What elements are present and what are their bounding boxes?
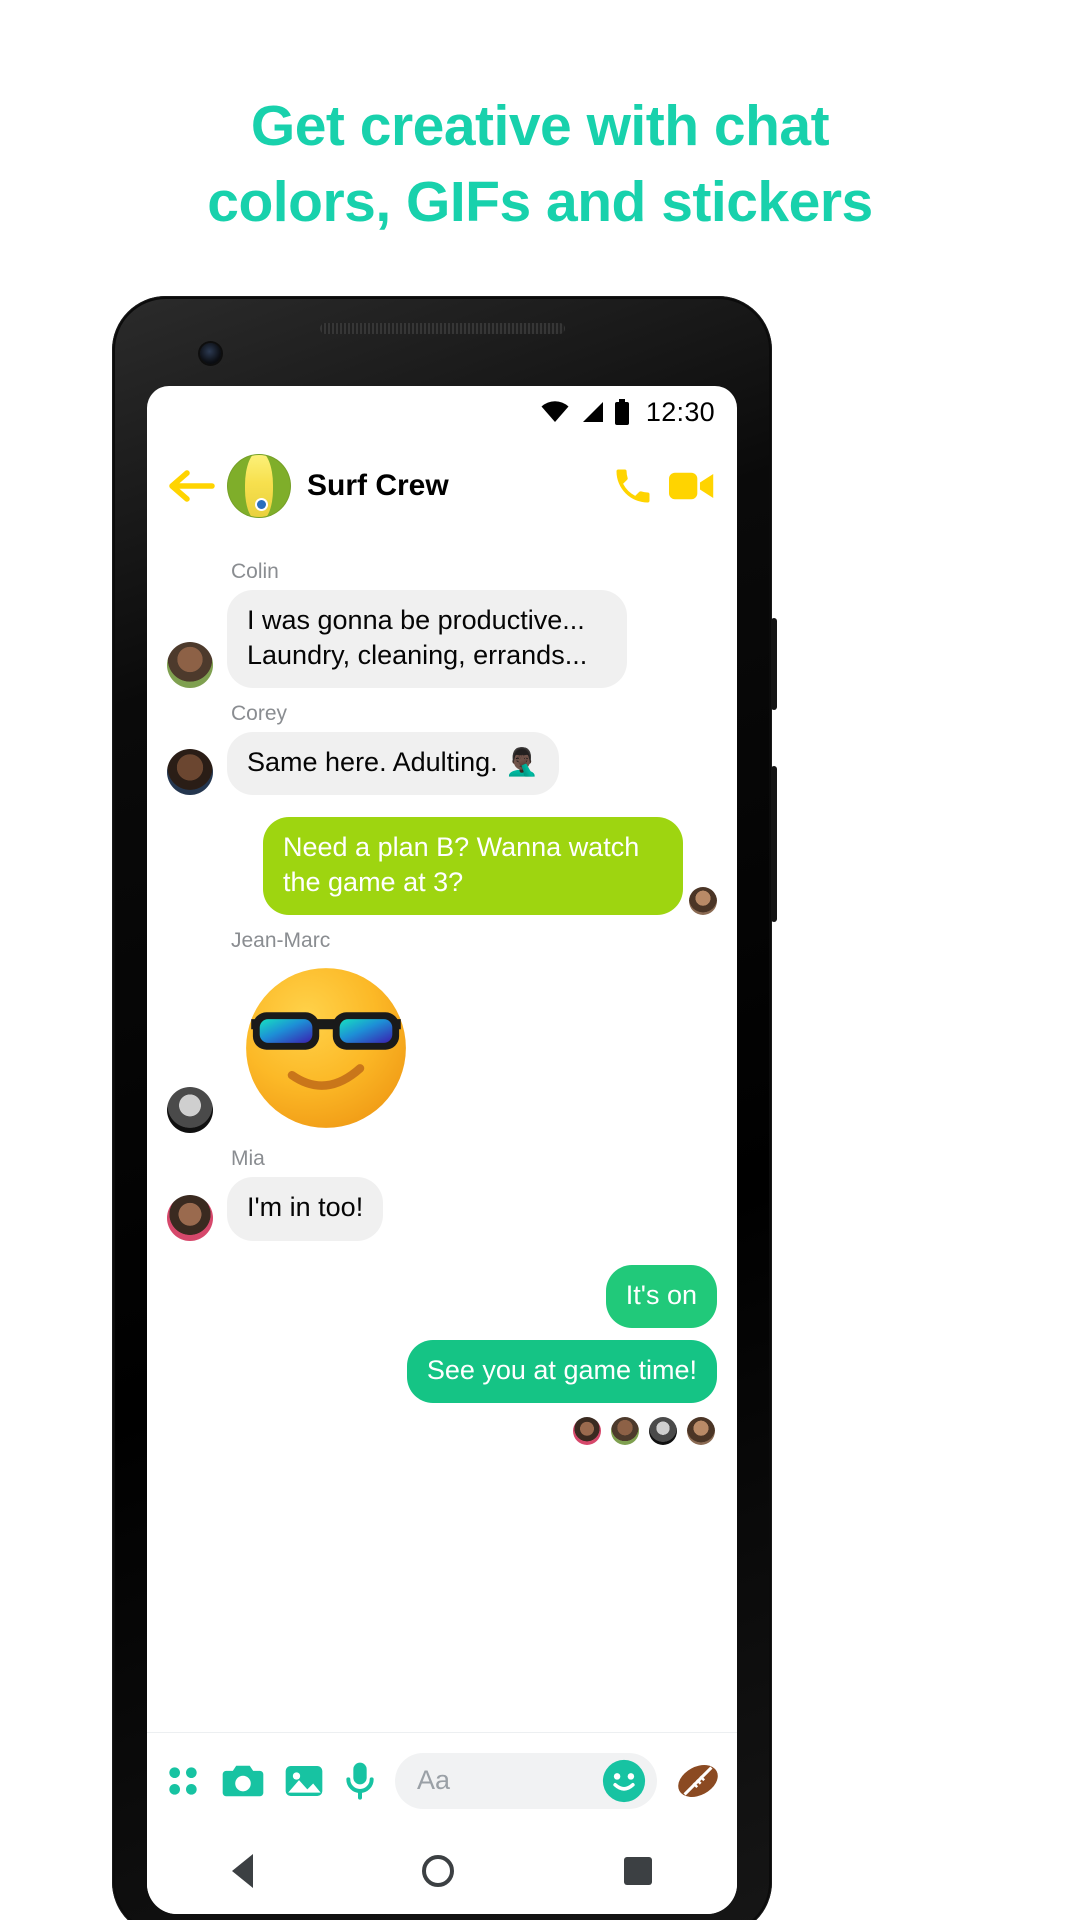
camera-icon[interactable] xyxy=(221,1761,265,1801)
message-row-outgoing-1: Need a plan B? Wanna watch the game at 3… xyxy=(147,817,737,916)
sender-name-mia: Mia xyxy=(231,1147,265,1171)
front-camera-icon xyxy=(200,343,221,364)
avatar-corey[interactable] xyxy=(167,749,213,796)
seen-avatar-corey xyxy=(611,1416,639,1445)
message-row-mia: I'm in too! xyxy=(147,1177,737,1241)
sender-name-corey: Corey xyxy=(231,702,288,726)
message-row-corey: Same here. Adulting. 🤦🏿‍♂️ xyxy=(147,732,737,796)
message-input-placeholder: Aa xyxy=(417,1765,451,1795)
message-bubble-colin[interactable]: I was gonna be productive... Laundry, cl… xyxy=(227,590,627,689)
sender-name-jeanmarc: Jean-Marc xyxy=(231,929,331,953)
message-row-outgoing-3: See you at game time! xyxy=(147,1339,737,1403)
message-composer: Aa xyxy=(147,1732,737,1828)
nav-home-icon[interactable] xyxy=(422,1855,455,1887)
chat-header: Surf Crew xyxy=(147,438,737,534)
message-list[interactable]: Colin I was gonna be productive... Laund… xyxy=(147,534,737,1461)
nav-back-icon[interactable] xyxy=(231,1854,253,1888)
headline-line-2: colors, GIFs and stickers xyxy=(207,170,873,235)
message-row-colin: I was gonna be productive... Laundry, cl… xyxy=(147,590,737,689)
page-title: Get creative with chat colors, GIFs and … xyxy=(0,88,1080,241)
chat-title: Surf Crew xyxy=(307,469,449,502)
football-icon[interactable] xyxy=(675,1758,721,1804)
sunglasses-smiley-sticker[interactable] xyxy=(241,963,411,1133)
phone-device: 12:30 Surf Crew Colin I was gonna be pro… xyxy=(112,296,777,1920)
message-bubble-outgoing-1[interactable]: Need a plan B? Wanna watch the game at 3… xyxy=(263,817,683,916)
promo-screenshot: Get creative with chat colors, GIFs and … xyxy=(0,0,1080,1920)
back-arrow-icon[interactable] xyxy=(165,465,217,507)
video-call-icon[interactable] xyxy=(669,464,715,508)
gallery-icon[interactable] xyxy=(283,1761,325,1801)
wifi-icon xyxy=(541,401,569,422)
seen-by-avatars xyxy=(147,1403,737,1455)
earpiece-speaker xyxy=(320,323,565,334)
android-nav-bar xyxy=(147,1828,737,1914)
avatar-self-1 xyxy=(689,887,717,916)
phone-screen: 12:30 Surf Crew Colin I was gonna be pro… xyxy=(147,386,737,1914)
phone-call-icon[interactable] xyxy=(611,464,655,508)
microphone-icon[interactable] xyxy=(343,1761,377,1801)
seen-avatar-colin xyxy=(687,1416,715,1445)
status-bar-time: 12:30 xyxy=(645,396,715,427)
message-row-jeanmarc xyxy=(147,959,737,1134)
avatar-colin[interactable] xyxy=(167,642,213,689)
message-bubble-mia[interactable]: I'm in too! xyxy=(227,1177,384,1241)
apps-grid-icon[interactable] xyxy=(163,1761,203,1801)
message-input[interactable]: Aa xyxy=(395,1752,657,1809)
volume-button[interactable] xyxy=(771,766,777,922)
headline-line-1: Get creative with chat xyxy=(250,94,830,158)
avatar-jeanmarc[interactable] xyxy=(167,1087,213,1134)
message-bubble-corey[interactable]: Same here. Adulting. 🤦🏿‍♂️ xyxy=(227,732,559,796)
cellular-signal-icon xyxy=(582,402,603,422)
seen-avatar-jeanmarc xyxy=(649,1416,677,1445)
group-avatar[interactable] xyxy=(227,454,291,518)
avatar-mia[interactable] xyxy=(167,1194,213,1241)
sender-name-colin: Colin xyxy=(231,560,279,583)
message-bubble-outgoing-3[interactable]: See you at game time! xyxy=(406,1339,717,1403)
power-button[interactable] xyxy=(771,618,777,710)
seen-avatar-mia xyxy=(573,1416,601,1445)
battery-icon xyxy=(614,399,629,425)
message-row-outgoing-2: It's on xyxy=(147,1264,737,1328)
message-bubble-outgoing-2[interactable]: It's on xyxy=(605,1264,717,1328)
smiley-face-icon[interactable] xyxy=(601,1758,647,1804)
nav-recents-icon[interactable] xyxy=(624,1857,653,1885)
status-bar: 12:30 xyxy=(147,386,737,438)
